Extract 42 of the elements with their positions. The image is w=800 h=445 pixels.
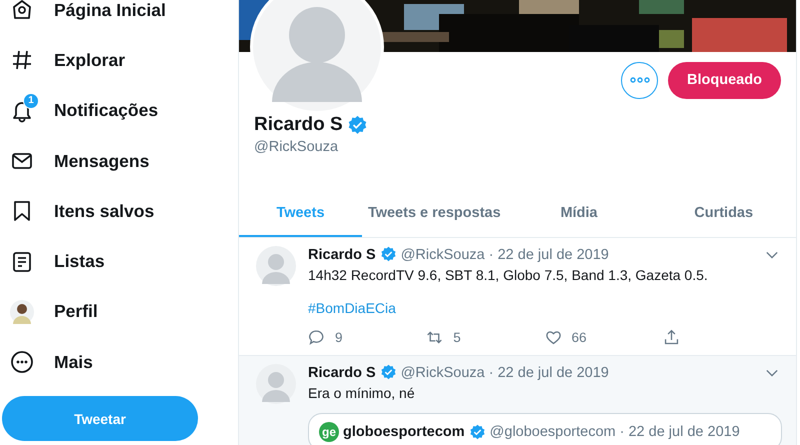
more-icon — [630, 77, 650, 83]
sidebar-item[interactable]: Mensagens — [0, 136, 150, 186]
avatar — [10, 300, 34, 324]
profile-handle: @RickSouza — [254, 139, 340, 155]
tweet-meta: @RickSouza · 22 de jul de 2019 — [400, 246, 609, 262]
retweet-icon[interactable] — [426, 328, 444, 346]
more-icon — [10, 350, 34, 374]
reply-icon[interactable] — [308, 328, 325, 346]
tweet-text: 14h32 RecordTV 9.6, SBT 8.1, Globo 7.5, Band 1.3, Gazeta 0.5. — [308, 267, 709, 283]
blocked-button[interactable]: Bloqueado — [668, 62, 781, 98]
list-icon — [10, 250, 34, 274]
retweet-count: 5 — [453, 330, 461, 344]
tweet-card[interactable]: Ricardo S @RickSouza · 22 de jul de 2019 Era o mínimo, né ge globoesportecom @globoesportecom · 22 de jul de 2019 — [239, 356, 796, 445]
account-logo: ge — [319, 422, 339, 442]
like-count: 66 — [572, 330, 587, 344]
more-button[interactable] — [621, 62, 658, 98]
profile-name: Ricardo S — [254, 114, 343, 136]
avatar — [256, 364, 296, 404]
share-icon[interactable] — [662, 328, 680, 346]
author-name: globoesportecom — [343, 424, 465, 440]
tweet-meta: @RickSouza · 22 de jul de 2019 — [400, 364, 609, 380]
sidebar-item[interactable]: 1 Notificações — [0, 86, 158, 136]
sidebar-item[interactable]: Listas — [0, 236, 105, 287]
author-name: Ricardo S — [308, 364, 376, 380]
notification-badge: 1 — [23, 92, 39, 109]
sidebar-item[interactable]: Mais — [0, 337, 93, 388]
avatar — [256, 246, 296, 286]
chevron-icon[interactable] — [766, 368, 778, 376]
author-name: Ricardo S — [308, 246, 376, 262]
quoted-tweet[interactable]: ge globoesportecom @globoesportecom · 22 de jul de 2019 — [308, 413, 782, 445]
tweet-meta: @globoesportecom · 22 de jul de 2019 — [490, 424, 740, 440]
sidebar-item[interactable]: Explorar — [0, 35, 125, 86]
profile-tab[interactable]: Tweets e respostas — [362, 190, 507, 237]
profile-tab[interactable]: Curtidas — [651, 190, 796, 237]
reply-count: 9 — [335, 330, 343, 344]
sidebar-item[interactable]: Página Inicial — [0, 0, 166, 36]
tweet-text: Era o mínimo, né — [308, 385, 416, 401]
chevron-icon[interactable] — [766, 250, 778, 258]
sidebar-item[interactable]: Perfil — [0, 286, 98, 338]
heart-icon[interactable] — [544, 328, 562, 346]
sidebar-item[interactable]: Itens salvos — [0, 186, 154, 236]
profile-tab[interactable]: Mídia — [506, 190, 652, 237]
